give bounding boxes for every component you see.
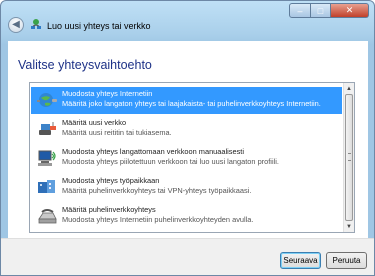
maximize-button[interactable]: □: [311, 3, 331, 18]
next-button[interactable]: Seuraava: [280, 252, 321, 269]
option-title: Muodosta yhteys työpaikkaan: [62, 176, 160, 185]
scroll-thumb[interactable]: [345, 94, 353, 221]
option-description: Määritä puhelinverkkoyhteys tai VPN-yhte…: [62, 186, 252, 195]
phone-icon: [38, 209, 57, 224]
network-icon: [31, 19, 41, 29]
close-button[interactable]: ✕: [331, 3, 369, 18]
connection-options-list[interactable]: Muodosta yhteys Internetiin Määritä joko…: [29, 82, 355, 233]
title-bar: ◀ Luo uusi yhteys tai verkko – □ ✕: [1, 1, 374, 41]
window-title: Luo uusi yhteys tai verkko: [47, 21, 151, 31]
vertical-scrollbar[interactable]: ▲ ▼: [343, 83, 354, 232]
options-items: Muodosta yhteys Internetiin Määritä joko…: [30, 83, 343, 232]
back-button[interactable]: ◀: [8, 17, 24, 33]
option-workplace[interactable]: Muodosta yhteys työpaikkaan Määritä puhe…: [31, 174, 342, 201]
option-title: Muodosta yhteys langattomaan verkkoon ma…: [62, 147, 244, 156]
back-arrow-icon: ◀: [12, 19, 20, 30]
button-bar: Seuraava Peruuta: [1, 238, 374, 275]
option-connect-internet[interactable]: Muodosta yhteys Internetiin Määritä joko…: [31, 87, 342, 114]
router-icon: [39, 122, 56, 135]
option-description: Muodosta yhteys piilotettuun verkkoon ta…: [62, 157, 279, 166]
wireless-computer-icon: [38, 150, 56, 166]
option-title: Määritä puhelinverkkoyhteys: [62, 205, 156, 214]
option-title: Muodosta yhteys Internetiin: [62, 89, 153, 98]
maximize-icon: □: [317, 5, 324, 16]
minimize-button[interactable]: –: [289, 3, 311, 18]
cancel-button[interactable]: Peruuta: [326, 252, 367, 269]
wizard-window: ◀ Luo uusi yhteys tai verkko – □ ✕ Valit…: [0, 0, 375, 276]
option-dialup[interactable]: Määritä puhelinverkkoyhteys Muodosta yht…: [31, 203, 342, 230]
scroll-up-icon[interactable]: ▲: [344, 83, 354, 94]
option-title: Määritä uusi verkko: [62, 118, 127, 127]
page-title: Valitse yhteysvaihtoehto: [18, 58, 152, 72]
workplace-icon: [38, 180, 55, 193]
globe-icon: [37, 93, 57, 107]
option-description: Muodosta yhteys Internetiin puhelinverkk…: [62, 215, 254, 224]
option-description: Määritä joko langaton yhteys tai laajaka…: [62, 99, 321, 108]
option-manual-wireless[interactable]: Muodosta yhteys langattomaan verkkoon ma…: [31, 145, 342, 172]
option-description: Määritä uusi reititin tai tukiasema.: [62, 128, 172, 137]
caption-buttons: – □ ✕: [289, 3, 369, 18]
scroll-grip-icon: [348, 153, 351, 161]
option-new-network[interactable]: Määritä uusi verkko Määritä uusi reititi…: [31, 116, 342, 143]
minimize-icon: –: [297, 5, 303, 16]
scroll-down-icon[interactable]: ▼: [344, 221, 354, 232]
content-area: Valitse yhteysvaihtoehto Muodosta yhteys…: [8, 41, 368, 238]
close-icon: ✕: [345, 5, 354, 15]
